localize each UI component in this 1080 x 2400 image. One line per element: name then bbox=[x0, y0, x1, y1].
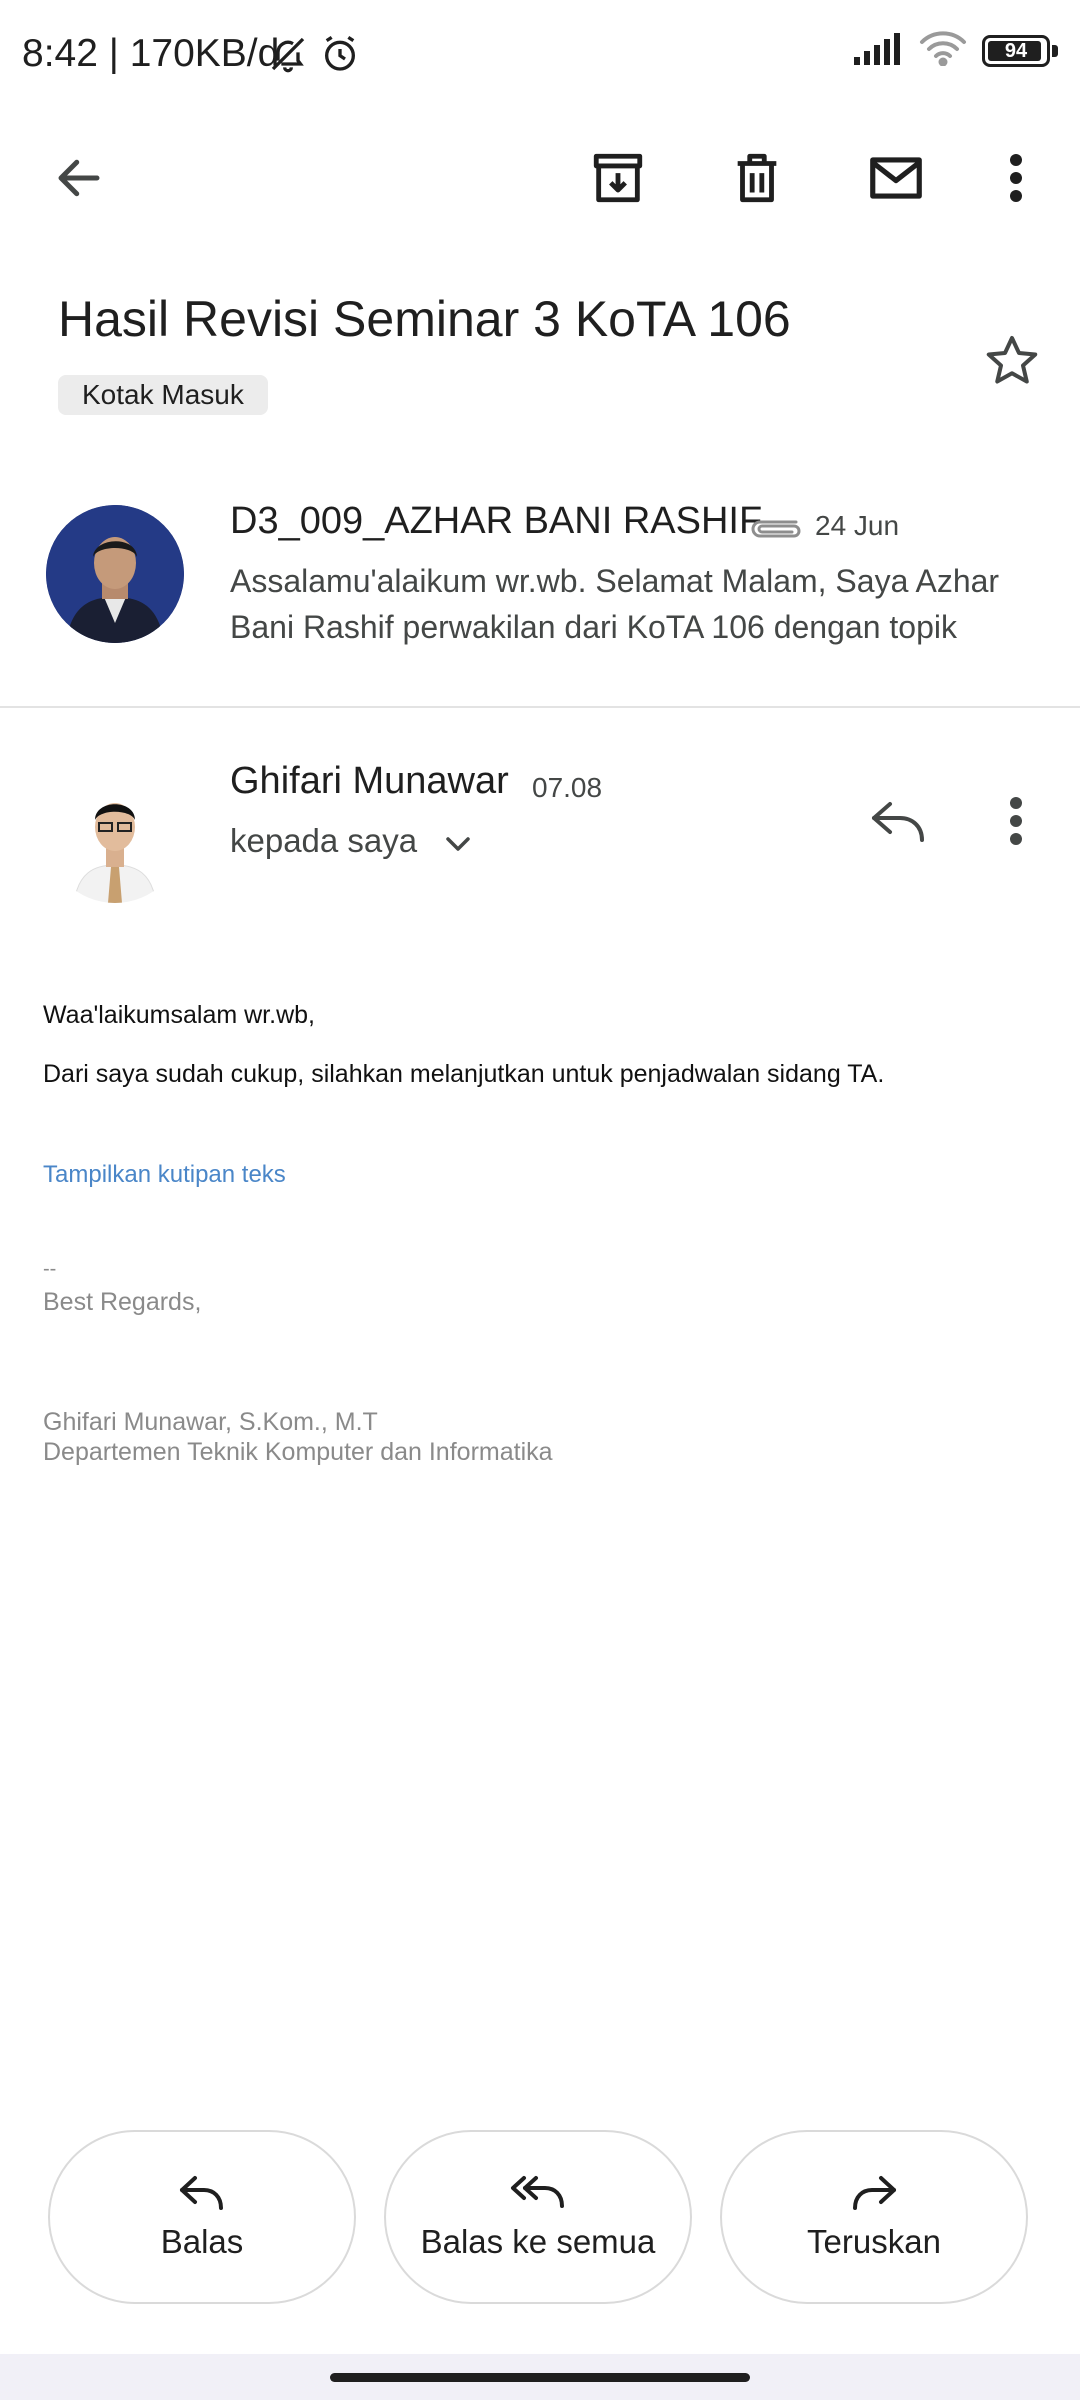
attachment-icon bbox=[748, 512, 802, 543]
divider bbox=[0, 706, 1080, 708]
forward-button[interactable]: Teruskan bbox=[720, 2130, 1028, 2304]
signature-regards: Best Regards, bbox=[43, 1288, 202, 1316]
more-vert-icon bbox=[1006, 152, 1026, 209]
gesture-handle[interactable] bbox=[330, 2373, 750, 2382]
reply-label: Balas bbox=[160, 2222, 244, 2260]
status-time: 8:42 | 170KB/d bbox=[22, 32, 280, 75]
reply-all-icon bbox=[510, 2174, 566, 2217]
forward-label: Teruskan bbox=[807, 2222, 941, 2260]
battery-icon: 94 bbox=[982, 34, 1058, 67]
avatar[interactable] bbox=[46, 505, 184, 643]
body-greeting: Waa'laikumsalam wr.wb, bbox=[43, 1001, 315, 1029]
sender-name: D3_009_AZHAR BANI RASHIF bbox=[230, 500, 763, 542]
mark-unread-button[interactable] bbox=[851, 135, 941, 225]
reply-icon bbox=[870, 798, 926, 849]
reply-icon bbox=[179, 2174, 225, 2217]
forward-icon bbox=[851, 2174, 897, 2217]
message-more-button[interactable] bbox=[971, 778, 1061, 868]
delete-icon bbox=[728, 149, 786, 212]
archive-icon bbox=[589, 149, 647, 212]
reply-all-label: Balas ke semua bbox=[420, 2222, 656, 2260]
label-chip[interactable]: Kotak Masuk bbox=[58, 375, 268, 415]
wifi-icon bbox=[918, 30, 968, 71]
body-line: Dari saya sudah cukup, silahkan melanjut… bbox=[43, 1060, 885, 1088]
chevron-down-icon bbox=[444, 824, 472, 862]
back-button[interactable] bbox=[34, 135, 124, 225]
star-button[interactable] bbox=[967, 318, 1057, 408]
avatar[interactable] bbox=[46, 765, 184, 903]
sender-name: Ghifari Munawar bbox=[230, 760, 509, 802]
message-date: 24 Jun bbox=[815, 510, 900, 541]
recipient-details-toggle[interactable]: kepada saya bbox=[230, 822, 472, 862]
alarm-icon bbox=[320, 34, 360, 79]
reply-action-button[interactable]: Balas bbox=[48, 2130, 356, 2304]
recipient-label: kepada saya bbox=[230, 822, 418, 859]
message-snippet: Assalamu'alaikum wr.wb. Selamat Malam, S… bbox=[230, 563, 1000, 645]
archive-button[interactable] bbox=[573, 135, 663, 225]
show-quoted-text-link[interactable]: Tampilkan kutipan teks bbox=[43, 1161, 286, 1189]
more-options-button[interactable] bbox=[971, 135, 1061, 225]
reply-all-button[interactable]: Balas ke semua bbox=[384, 2130, 692, 2304]
more-vert-icon bbox=[1006, 795, 1026, 852]
signal-icon bbox=[854, 31, 904, 70]
battery-level: 94 bbox=[1004, 39, 1028, 62]
signature-department: Departemen Teknik Komputer dan Informati… bbox=[43, 1438, 553, 1466]
signature-name: Ghifari Munawar, S.Kom., M.T bbox=[43, 1408, 378, 1436]
status-right: 94 bbox=[854, 30, 1058, 71]
email-subject: Hasil Revisi Seminar 3 KoTA 106 bbox=[58, 291, 791, 347]
star-icon bbox=[982, 331, 1042, 396]
back-arrow-icon bbox=[52, 151, 106, 210]
signature-separator: -- bbox=[43, 1258, 57, 1280]
delete-button[interactable] bbox=[712, 135, 802, 225]
message-time: 07.08 bbox=[532, 772, 603, 803]
bell-off-icon bbox=[268, 34, 308, 79]
mark-unread-icon bbox=[865, 147, 927, 214]
reply-button[interactable] bbox=[853, 778, 943, 868]
